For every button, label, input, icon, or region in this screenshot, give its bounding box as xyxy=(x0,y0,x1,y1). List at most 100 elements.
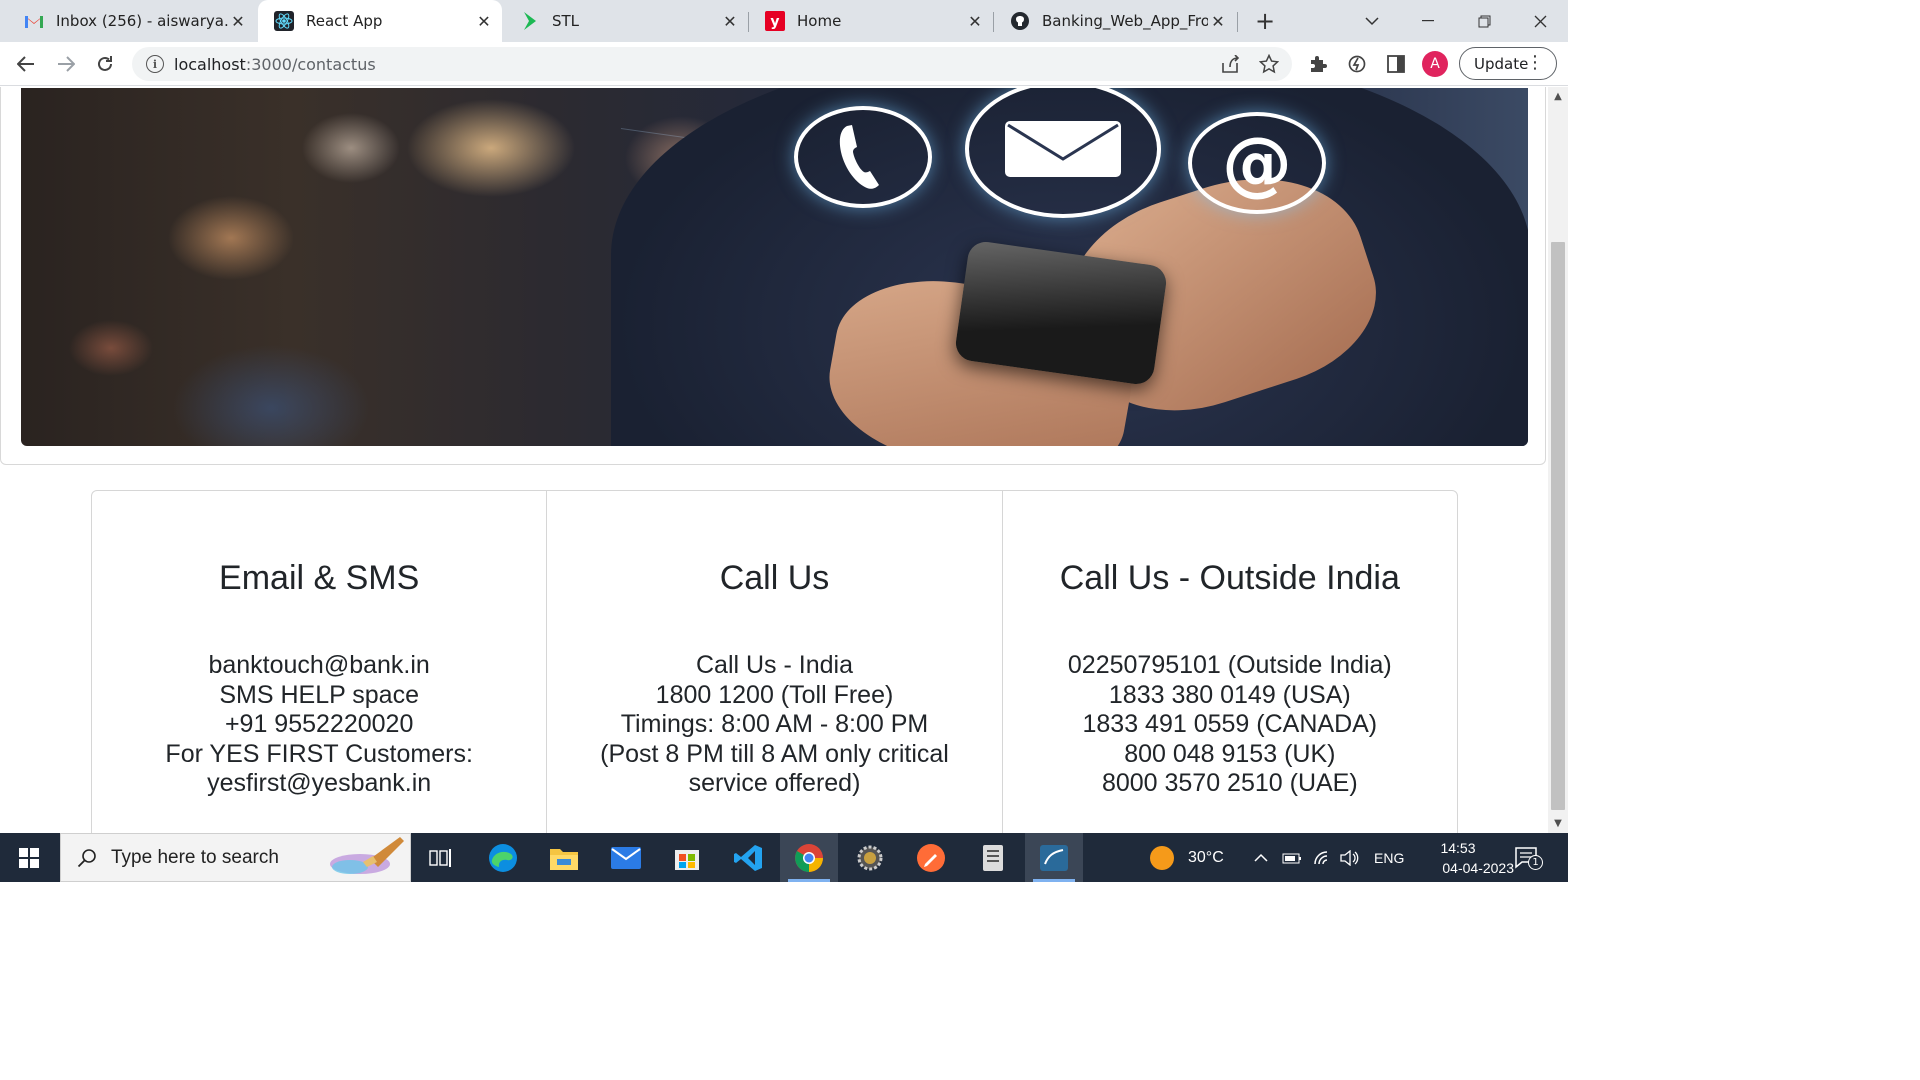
wifi-icon[interactable] xyxy=(1313,833,1333,882)
scroll-down-arrow-icon[interactable]: ▼ xyxy=(1548,818,1568,829)
clock-time: 14:53 xyxy=(1440,840,1476,856)
taskbar-search-box[interactable]: Type here to search xyxy=(60,833,411,882)
task-view-icon[interactable] xyxy=(412,833,470,882)
call-us-column: Call Us Call Us - India 1800 1200 (Toll … xyxy=(547,491,1003,833)
contact-line: 1833 491 0559 (CANADA) xyxy=(1082,710,1378,738)
weather-widget[interactable]: 30°C xyxy=(1150,833,1224,882)
gmail-icon xyxy=(24,11,44,31)
back-arrow-icon[interactable] xyxy=(12,50,40,78)
contact-line: (Post 8 PM till 8 AM only critical servi… xyxy=(600,739,949,798)
bookmark-star-icon[interactable] xyxy=(1257,52,1281,76)
address-bar[interactable]: i localhost:3000/contactus xyxy=(132,47,1292,81)
menu-kebab-icon[interactable]: ⋮ xyxy=(1526,53,1544,73)
reload-icon[interactable] xyxy=(91,50,119,78)
contact-line: Call Us - India xyxy=(695,651,853,679)
sun-icon xyxy=(1150,845,1174,870)
column-heading: Call Us xyxy=(719,559,830,597)
language-indicator[interactable]: ENG xyxy=(1374,833,1404,882)
windows-start-icon[interactable] xyxy=(0,833,58,882)
performance-icon[interactable] xyxy=(1345,52,1369,76)
close-icon[interactable]: ✕ xyxy=(720,12,740,31)
forward-arrow-icon[interactable] xyxy=(52,50,80,78)
yahoo-icon: y xyxy=(765,11,785,31)
github-icon xyxy=(1010,11,1030,31)
postman-icon[interactable] xyxy=(902,833,960,882)
contact-line: 1833 380 0149 (USA) xyxy=(1108,680,1351,709)
contact-line: 800 048 9153 (UK) xyxy=(1124,739,1336,768)
contact-line: 02250795101 (Outside India) xyxy=(1067,651,1392,679)
tray-chevron-up-icon[interactable] xyxy=(1254,833,1268,882)
profile-avatar[interactable]: A xyxy=(1422,51,1448,77)
update-label: Update xyxy=(1474,54,1529,73)
browser-toolbar: i localhost:3000/contactus xyxy=(0,42,1568,86)
volume-icon[interactable] xyxy=(1340,833,1360,882)
search-icon xyxy=(77,848,96,867)
search-highlight-brush-icon xyxy=(330,837,404,874)
column-body: 02250795101 (Outside India) 1833 380 014… xyxy=(1003,651,1457,799)
documents-app-icon[interactable] xyxy=(964,833,1022,882)
contact-line: banktouch@bank.in xyxy=(208,651,430,679)
close-icon[interactable]: ✕ xyxy=(228,12,248,31)
close-icon[interactable]: ✕ xyxy=(1208,12,1228,31)
mail-app-icon[interactable] xyxy=(597,833,655,882)
new-tab-plus-icon[interactable]: + xyxy=(1238,0,1292,42)
edge-browser-icon[interactable] xyxy=(474,833,532,882)
tab-github[interactable]: Banking_Web_App_Fronte ✕ xyxy=(994,0,1236,42)
contact-line: yesfirst@yesbank.in xyxy=(207,769,432,797)
extensions-puzzle-icon[interactable] xyxy=(1306,52,1330,76)
windows-taskbar: Type here to search 30°C ENG 14:53 04-04… xyxy=(0,833,1568,882)
weather-temp: 30°C xyxy=(1188,848,1224,866)
search-placeholder: Type here to search xyxy=(111,846,279,868)
contact-banner-image: @ xyxy=(21,88,1528,446)
react-icon xyxy=(274,11,294,31)
call-us-outside-india-column: Call Us - Outside India 02250795101 (Out… xyxy=(1003,491,1457,833)
notification-count-badge: 1 xyxy=(1528,855,1543,870)
contact-line: +91 9552220020 xyxy=(224,710,414,738)
tab-gmail[interactable]: Inbox (256) - aiswarya.cin ✕ xyxy=(8,0,256,42)
tab-title: Inbox (256) - aiswarya.cin xyxy=(56,12,228,30)
update-button[interactable]: Update ⋮ xyxy=(1459,47,1557,80)
contact-line: For YES FIRST Customers: xyxy=(165,739,473,768)
share-icon[interactable] xyxy=(1218,52,1242,76)
vscode-icon[interactable] xyxy=(719,833,777,882)
mysql-workbench-icon[interactable] xyxy=(1025,833,1083,882)
column-body: Call Us - India 1800 1200 (Toll Free) Ti… xyxy=(547,651,1001,799)
page-viewport: @ Email & SMS banktouch@bank.in SMS HELP… xyxy=(0,87,1548,833)
tab-strip: Inbox (256) - aiswarya.cin ✕ React App ✕… xyxy=(0,0,1568,42)
tab-react-app[interactable]: React App ✕ xyxy=(258,0,502,42)
svg-text:y: y xyxy=(770,14,779,30)
contact-line: 8000 3570 2510 (UAE) xyxy=(1101,769,1358,797)
column-heading: Call Us - Outside India xyxy=(1059,559,1400,597)
column-heading: Email & SMS xyxy=(219,559,420,597)
scroll-up-arrow-icon[interactable]: ▲ xyxy=(1548,91,1568,102)
page-scrollbar[interactable]: ▲ ▼ xyxy=(1548,87,1568,833)
minimize-icon[interactable] xyxy=(1400,0,1456,42)
settings-gear-app-icon[interactable] xyxy=(841,833,899,882)
restore-icon[interactable] xyxy=(1456,0,1512,42)
battery-icon[interactable] xyxy=(1282,833,1302,882)
site-info-icon[interactable]: i xyxy=(146,55,164,73)
tab-title: Home xyxy=(797,12,842,30)
chrome-icon[interactable] xyxy=(780,833,838,882)
tab-home[interactable]: y Home ✕ xyxy=(749,0,993,42)
tab-search-chevron-icon[interactable] xyxy=(1344,0,1400,42)
stl-icon xyxy=(520,11,540,31)
email-sms-column: Email & SMS banktouch@bank.in SMS HELP s… xyxy=(92,491,548,833)
microsoft-store-icon[interactable] xyxy=(658,833,716,882)
contact-line: 1800 1200 (Toll Free) xyxy=(655,680,894,709)
contact-info-panel: Email & SMS banktouch@bank.in SMS HELP s… xyxy=(91,490,1458,833)
contact-line: SMS HELP space xyxy=(219,680,419,709)
contact-line: Timings: 8:00 AM - 8:00 PM xyxy=(620,710,929,738)
tab-title: STL xyxy=(552,12,580,30)
taskbar-clock[interactable]: 14:53 04-04-2023 xyxy=(1428,838,1514,878)
scrollbar-thumb[interactable] xyxy=(1551,242,1565,810)
column-body: banktouch@bank.in SMS HELP space +91 955… xyxy=(92,651,546,799)
close-icon[interactable]: ✕ xyxy=(474,12,494,31)
close-window-icon[interactable] xyxy=(1512,0,1568,42)
phone-icon xyxy=(794,106,932,208)
close-icon[interactable]: ✕ xyxy=(965,12,985,31)
notification-center-icon[interactable]: 1 xyxy=(1514,845,1543,871)
side-panel-icon[interactable] xyxy=(1384,52,1408,76)
tab-stl[interactable]: STL ✕ xyxy=(504,0,748,42)
file-explorer-icon[interactable] xyxy=(535,833,593,882)
